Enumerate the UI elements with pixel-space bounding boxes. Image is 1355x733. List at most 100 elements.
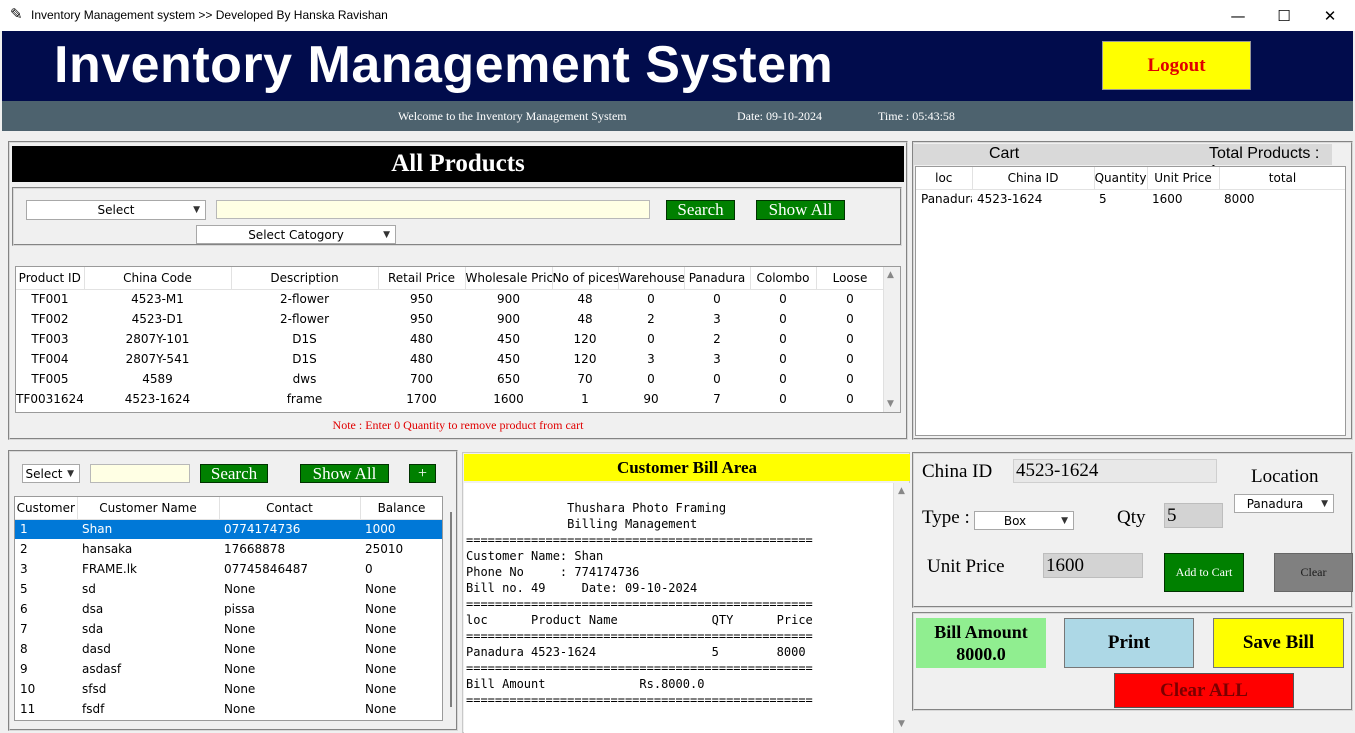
bill-amount-value: 8000.0 (956, 644, 1006, 664)
cart-column-header[interactable]: Unit Price (1147, 167, 1220, 190)
table-cell: 0 (713, 372, 721, 386)
customers-column-header[interactable]: Customer (15, 497, 78, 520)
products-column-header[interactable]: Loose (816, 267, 885, 290)
products-column-header[interactable]: Wholesale Pric (465, 267, 553, 290)
customer-search-button[interactable]: Search (200, 464, 268, 483)
chevron-down-icon: ▼ (1061, 515, 1068, 526)
product-search-button[interactable]: Search (666, 200, 735, 220)
add-customer-button[interactable]: + (409, 464, 436, 483)
bill-line: ========================================… (466, 533, 813, 547)
location-label: Location (1251, 466, 1319, 487)
logout-button[interactable]: Logout (1102, 41, 1251, 90)
type-select[interactable]: Box ▼ (974, 511, 1074, 530)
table-cell: 3 (713, 352, 721, 366)
products-scrollbar[interactable]: ▲ ▼ (883, 267, 900, 412)
table-cell: 450 (497, 352, 520, 366)
category-select[interactable]: Select Catogory ▼ (196, 225, 396, 244)
customer-row[interactable]: 11 fsdf None None (15, 699, 442, 719)
table-cell: D1S (292, 352, 317, 366)
products-column-header[interactable]: China Code (84, 267, 232, 290)
table-cell: 0 (846, 392, 854, 406)
unit-price-input[interactable] (1043, 553, 1143, 578)
table-cell: dws (292, 372, 317, 386)
scroll-up-icon[interactable]: ▲ (887, 270, 894, 280)
cart-column-header[interactable]: China ID (972, 167, 1095, 190)
clear-all-button[interactable]: Clear ALL (1114, 673, 1294, 708)
products-column-header[interactable]: Description (231, 267, 379, 290)
china-id-input[interactable] (1013, 459, 1217, 483)
table-cell: asdasf (82, 662, 122, 676)
customer-row[interactable]: 10 sfsd None None (15, 679, 442, 699)
table-row[interactable]: TF004 2807Y-541 D1S 480 450 120 3 3 0 0 (16, 349, 884, 369)
customer-search-input[interactable] (90, 464, 190, 483)
product-search-by-select[interactable]: Select ▼ (26, 200, 206, 220)
table-cell: sda (82, 622, 104, 636)
bill-scrollbar[interactable]: ▲ ▼ (893, 483, 910, 733)
customer-row[interactable]: 2 hansaka 17668878 25010 (15, 539, 442, 559)
save-bill-button[interactable]: Save Bill (1213, 618, 1344, 668)
customer-search-by-select[interactable]: Select ▼ (22, 464, 80, 483)
table-row[interactable]: TF003 2807Y-101 D1S 480 450 120 0 2 0 0 (16, 329, 884, 349)
print-button[interactable]: Print (1064, 618, 1194, 668)
products-column-header[interactable]: Colombo (750, 267, 817, 290)
table-cell: None (224, 622, 256, 636)
table-row[interactable]: TF005 4589 dws 700 650 70 0 0 0 0 (16, 369, 884, 389)
product-show-all-button[interactable]: Show All (756, 200, 845, 220)
add-to-cart-button[interactable]: Add to Cart (1164, 553, 1244, 592)
table-cell: 5 (1099, 192, 1107, 207)
cart-column-header[interactable]: Quantity (1094, 167, 1148, 190)
location-value: Panadura (1246, 496, 1304, 511)
bill-textarea[interactable]: Thushara Photo Framing Billing Managemen… (464, 483, 910, 733)
scroll-down-icon[interactable]: ▼ (898, 719, 905, 729)
cart-note: Note : Enter 0 Quantity to remove produc… (332, 418, 584, 432)
cart-row[interactable]: Panadura 4523-1624 5 1600 8000 (916, 189, 1345, 209)
customers-scrollbar[interactable] (446, 510, 454, 720)
customer-row[interactable]: 8 dasd None None (15, 639, 442, 659)
customers-table[interactable]: Customer Customer Name Contact Balance 1 Sha… (14, 496, 443, 721)
product-search-input[interactable] (216, 200, 650, 219)
minimize-button[interactable]: — (1215, 0, 1261, 31)
customer-row[interactable]: 6 dsa pissa None (15, 599, 442, 619)
close-button[interactable]: ✕ (1307, 0, 1353, 31)
products-column-header[interactable]: Retail Price (378, 267, 466, 290)
customer-row[interactable]: 5 sd None None (15, 579, 442, 599)
close-icon: ✕ (1323, 6, 1337, 25)
table-cell: Panadura (921, 192, 972, 207)
customer-row[interactable]: 9 asdasf None None (15, 659, 442, 679)
table-cell: None (224, 582, 256, 596)
products-column-header[interactable]: No of pices (552, 267, 619, 290)
cart-table[interactable]: loc China ID Quantity Unit Price total Panad… (915, 166, 1346, 436)
time-label: Time : 05:43:58 (878, 109, 955, 123)
maximize-button[interactable]: ☐ (1261, 0, 1307, 31)
table-row[interactable]: TF001 4523-M1 2-flower 950 900 48 0 0 0 0 (16, 289, 884, 309)
cart-column-header[interactable]: loc (916, 167, 973, 190)
customers-column-header[interactable]: Contact (219, 497, 361, 520)
table-cell: 900 (497, 292, 520, 307)
customer-row[interactable]: 1 Shan 0774174736 1000 (15, 519, 442, 539)
cart-column-header[interactable]: total (1219, 167, 1345, 190)
location-select[interactable]: Panadura ▼ (1234, 494, 1334, 513)
scroll-up-icon[interactable]: ▲ (898, 486, 905, 496)
bill-line: Bill Amount Rs.8000.0 (466, 677, 705, 691)
table-cell: 2 (20, 542, 28, 556)
customers-scrollbar-thumb[interactable] (450, 512, 452, 707)
table-row[interactable]: TF0031624 4523-1624 frame 1700 1600 1 90 7 0 0 (16, 389, 884, 409)
products-column-header[interactable]: Warehouse (618, 267, 685, 290)
scroll-down-icon[interactable]: ▼ (887, 399, 894, 409)
qty-input[interactable] (1164, 503, 1223, 528)
table-cell: TF0031624 (16, 392, 84, 406)
table-row[interactable]: TF002 4523-D1 2-flower 950 900 48 2 3 0 0 (16, 309, 884, 329)
customer-row[interactable]: 7 sda None None (15, 619, 442, 639)
bill-text: Thushara Photo Framing Billing Managemen… (466, 500, 813, 708)
table-cell: 25010 (365, 542, 404, 556)
table-cell: None (224, 682, 256, 696)
customer-row[interactable]: 3 FRAME.lk 07745846487 0 (15, 559, 442, 579)
table-cell: hansaka (82, 542, 133, 556)
customers-column-header[interactable]: Balance (360, 497, 442, 520)
products-column-header[interactable]: Panadura (684, 267, 751, 290)
customer-show-all-button[interactable]: Show All (300, 464, 389, 483)
customers-column-header[interactable]: Customer Name (77, 497, 220, 520)
clear-button[interactable]: Clear (1274, 553, 1353, 592)
products-table[interactable]: Product ID China Code Description Retail Pr… (15, 266, 901, 413)
products-column-header[interactable]: Product ID (16, 267, 85, 290)
